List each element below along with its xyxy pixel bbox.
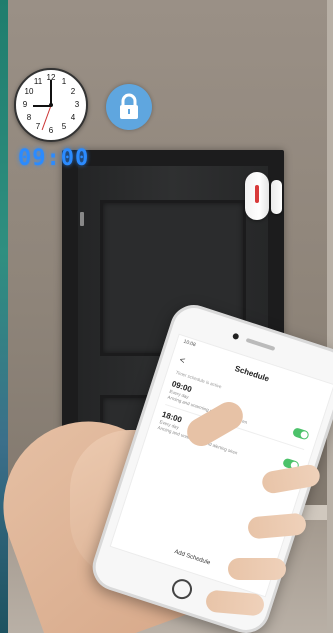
clock-number: 6 xyxy=(48,126,54,135)
room-scene: 12 1 2 3 4 5 6 7 8 9 10 11 09:00 10:08 S… xyxy=(0,0,333,633)
phone-speaker xyxy=(245,337,276,351)
door-sensor-magnet xyxy=(271,180,282,214)
right-edge-strip xyxy=(327,0,333,633)
clock-center xyxy=(49,103,53,107)
door-hinge xyxy=(80,212,84,226)
digital-clock: 09:00 xyxy=(18,146,90,171)
clock-number: 1 xyxy=(61,77,67,86)
lock-badge xyxy=(106,84,152,130)
clock-number: 5 xyxy=(61,122,67,131)
clock-number: 4 xyxy=(70,113,76,122)
back-icon[interactable]: < xyxy=(178,354,186,365)
finger xyxy=(228,558,286,580)
left-edge-strip xyxy=(0,0,8,633)
home-button[interactable] xyxy=(169,576,195,602)
clock-number: 9 xyxy=(22,100,28,109)
clock-number: 2 xyxy=(70,87,76,96)
front-camera xyxy=(231,332,240,341)
lock-icon xyxy=(120,93,138,119)
clock-number: 11 xyxy=(33,77,43,86)
door-sensor-indicator xyxy=(255,185,259,203)
clock-number: 8 xyxy=(26,113,32,122)
clock-number: 10 xyxy=(24,87,34,96)
clock-number: 3 xyxy=(74,100,80,109)
door-sensor xyxy=(245,172,283,220)
analog-clock: 12 1 2 3 4 5 6 7 8 9 10 11 xyxy=(14,68,88,142)
